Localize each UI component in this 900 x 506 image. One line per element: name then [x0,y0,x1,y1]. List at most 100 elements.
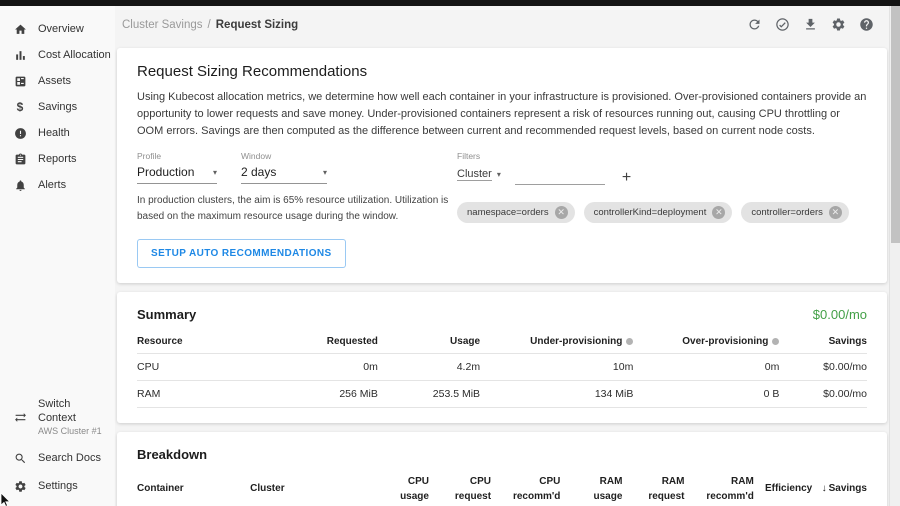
setup-auto-recommendations-button[interactable]: SETUP AUTO RECOMMENDATIONS [137,239,346,268]
chevron-down-icon: ▾ [323,168,327,177]
sidebar-item-label: Savings [38,101,77,113]
sidebar-footer: Switch Context AWS Cluster #1 Search Doc… [0,391,115,500]
breadcrumb-parent[interactable]: Cluster Savings [122,19,203,31]
sidebar-item-reports[interactable]: Reports [0,146,115,172]
sidebar-item-label: Reports [38,153,77,165]
sidebar-item-label: Overview [38,23,84,35]
check-circle-icon[interactable] [774,17,790,33]
summary-header-row: Resource Requested Usage Under-provision… [137,330,867,354]
info-icon[interactable] [626,338,633,345]
main-area: Cluster Savings / Request Sizing R [115,6,900,506]
filter-value-input[interactable] [515,168,605,185]
mouse-cursor [0,493,12,506]
column-header-ram-recommended[interactable]: RAMrecomm'd [684,475,753,504]
window-select[interactable]: 2 days ▾ [241,165,327,184]
sidebar-item-assets[interactable]: Assets [0,68,115,94]
page-content: Request Sizing Recommendations Using Kub… [117,48,887,506]
cell-under-provisioning: 134 MiB [480,388,633,400]
cell-over-provisioning: 0 B [633,388,779,400]
cell-resource: RAM [137,388,239,400]
column-header-cpu-request[interactable]: CPUrequest [429,475,491,504]
dollar-icon: $ [13,100,27,114]
breakdown-card: Breakdown Container Cluster CPUusage CPU… [117,432,887,506]
breakdown-title: Breakdown [137,447,867,462]
column-header-under-provisioning: Under-provisioning [480,336,633,347]
column-header-ram-usage[interactable]: RAMusage [560,475,622,504]
column-header-efficiency[interactable]: Efficiency [754,475,812,504]
column-header-label: Over-provisioning [682,336,768,347]
filter-chips: namespace=orders ✕ controllerKind=deploy… [457,202,867,223]
sidebar: Overview Cost Allocation Assets $ Saving… [0,6,115,506]
filter-field-select[interactable]: Cluster ▾ [457,168,501,185]
column-header-savings-sorted[interactable]: ↓Savings [812,475,867,504]
add-filter-icon[interactable]: + [622,171,631,185]
cell-savings: $0.00/mo [779,361,867,373]
column-header-usage: Usage [378,336,480,347]
profile-select[interactable]: Production ▾ [137,165,217,184]
column-header-label: Under-provisioning [530,336,622,347]
column-header-requested: Requested [239,336,378,347]
column-header-container: Container [137,475,250,504]
chip-remove-icon[interactable]: ✕ [712,206,725,219]
sidebar-item-settings[interactable]: Settings [0,472,115,500]
cell-requested: 256 MiB [239,388,378,400]
sidebar-item-overview[interactable]: Overview [0,16,115,42]
reports-icon [13,152,27,166]
download-icon[interactable] [802,17,818,33]
window-label: Window [241,151,327,161]
breadcrumb: Cluster Savings / Request Sizing [122,19,298,31]
sidebar-item-switch-context[interactable]: Switch Context AWS Cluster #1 [0,391,115,444]
bar-chart-icon [13,48,27,62]
gear-icon[interactable] [830,17,846,33]
filter-chip[interactable]: controllerKind=deployment ✕ [584,202,733,223]
cell-under-provisioning: 10m [480,361,633,373]
column-header-cpu-usage[interactable]: CPUusage [367,475,429,504]
summary-table: Resource Requested Usage Under-provision… [137,330,867,408]
page-description: Using Kubecost allocation metrics, we de… [137,89,867,140]
breakdown-header-row: Container Cluster CPUusage CPUrequest CP… [137,470,867,506]
summary-row-ram: RAM 256 MiB 253.5 MiB 134 MiB 0 B $0.00/… [137,381,867,408]
chip-remove-icon[interactable]: ✕ [555,206,568,219]
total-savings-value: $0.00/mo [813,307,867,322]
sidebar-item-cost-allocation[interactable]: Cost Allocation [0,42,115,68]
filter-chip[interactable]: controller=orders ✕ [741,202,849,223]
column-header-ram-request[interactable]: RAMrequest [622,475,684,504]
info-icon[interactable] [772,338,779,345]
sidebar-item-label: Cost Allocation [38,49,111,61]
sidebar-item-health[interactable]: Health [0,120,115,146]
column-header-over-provisioning: Over-provisioning [633,336,779,347]
profile-value: Production [137,165,194,179]
profile-label: Profile [137,151,217,161]
gear-icon [13,479,27,493]
refresh-icon[interactable] [746,17,762,33]
filter-chip-label: controller=orders [751,207,823,218]
sidebar-item-label: Search Docs [38,452,101,464]
window-top-strip [0,0,900,6]
switch-context-label: Switch Context [38,398,111,426]
filter-field-value: Cluster [457,168,492,181]
filter-chip-label: namespace=orders [467,207,549,218]
chevron-down-icon: ▾ [213,168,217,177]
bell-icon [13,178,27,192]
sort-desc-icon: ↓ [822,483,827,494]
appbar-actions [746,17,874,33]
chip-remove-icon[interactable]: ✕ [829,206,842,219]
search-icon [13,451,27,465]
summary-card: Summary $0.00/mo Resource Requested Usag… [117,292,887,423]
filter-chip[interactable]: namespace=orders ✕ [457,202,575,223]
switch-context-icon [13,411,27,425]
home-icon [13,22,27,36]
sidebar-item-savings[interactable]: $ Savings [0,94,115,120]
filters-section: Filters Cluster ▾ + namespace=orders ✕ [457,151,867,268]
sidebar-item-alerts[interactable]: Alerts [0,172,115,198]
help-icon[interactable] [858,17,874,33]
sidebar-item-label: Assets [38,75,71,87]
sidebar-item-label: Alerts [38,179,66,191]
profile-helper-text: In production clusters, the aim is 65% r… [137,193,449,224]
scrollbar-thumb[interactable] [891,6,900,243]
column-header-label: Container [137,482,250,497]
cell-savings: $0.00/mo [779,388,867,400]
column-header-cpu-recommended[interactable]: CPUrecomm'd [491,475,560,504]
column-header-savings: Savings [779,336,867,347]
sidebar-item-search-docs[interactable]: Search Docs [0,444,115,472]
